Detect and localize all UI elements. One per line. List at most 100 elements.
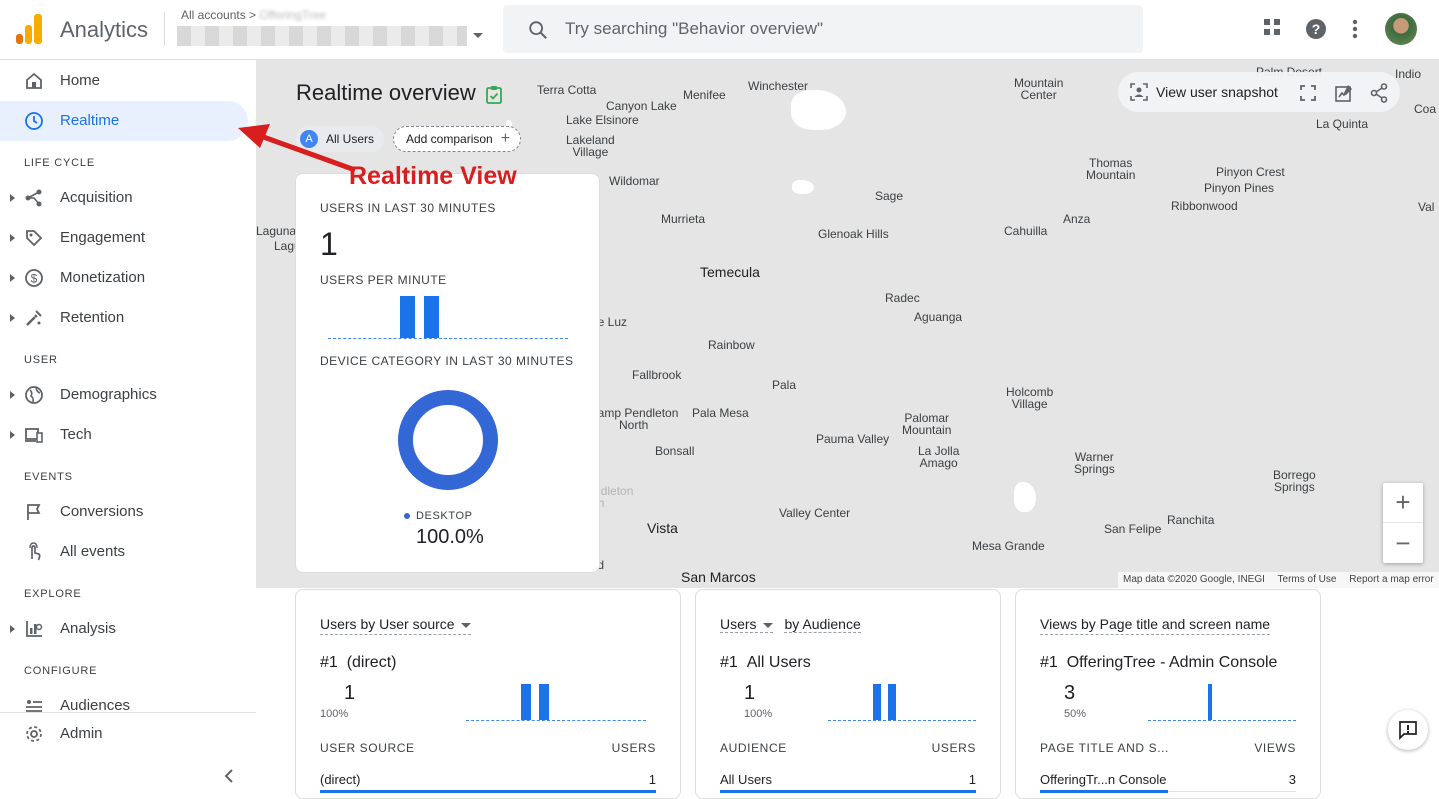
view-user-snapshot-button[interactable]: View user snapshot — [1156, 84, 1278, 100]
map-place-label: Pauma Valley — [816, 432, 890, 446]
sidebar-item-home[interactable]: Home — [0, 61, 248, 101]
expand-arrow-icon[interactable] — [10, 194, 15, 202]
account-breadcrumb[interactable]: All accounts > OfferingTree — [181, 8, 326, 22]
minute-bar[interactable] — [873, 684, 881, 720]
sidebar-item-realtime[interactable]: Realtime — [0, 101, 248, 141]
breadcrumb-root[interactable]: All accounts — [181, 8, 246, 22]
device-legend: DESKTOP — [404, 510, 473, 522]
metric-dropdown[interactable]: Users — [720, 616, 773, 633]
svg-text:?: ? — [1312, 21, 1321, 37]
row-value: 3 — [1288, 772, 1296, 787]
breadcrumb-account[interactable]: OfferingTree — [259, 8, 326, 22]
map-place-label: Radec — [885, 291, 920, 305]
map-place-label: Wildomar — [609, 174, 660, 188]
minute-bar[interactable] — [888, 684, 896, 720]
minute-bar[interactable] — [424, 296, 439, 338]
minute-bar[interactable] — [539, 684, 549, 720]
plus-icon: + — [500, 130, 511, 147]
users-per-minute-chart[interactable] — [328, 296, 568, 339]
chevron-down-icon[interactable] — [473, 33, 483, 38]
more-vert-icon[interactable] — [1352, 19, 1358, 39]
expand-arrow-icon[interactable] — [10, 625, 15, 633]
map-place-label: Lakeland Village — [566, 133, 615, 159]
map-place-label: Sage — [875, 189, 904, 203]
help-icon[interactable]: ? — [1305, 18, 1327, 40]
map-place-label: Ranchita — [1167, 513, 1215, 527]
map-place-label: La Quinta — [1316, 117, 1369, 131]
top-item-value: 1 — [344, 682, 356, 704]
page-views-mini-chart[interactable] — [1148, 684, 1296, 721]
map-place-label: Mountain Center — [1014, 76, 1064, 102]
sidebar-item-demographics[interactable]: Demographics — [0, 375, 248, 415]
flag-icon — [27, 504, 41, 520]
sidebar-item-admin[interactable]: Admin — [0, 714, 248, 754]
search-bar[interactable] — [503, 5, 1143, 53]
search-input[interactable] — [565, 15, 1125, 43]
engagement-tag-icon — [26, 230, 43, 247]
expand-arrow-icon[interactable] — [10, 431, 15, 439]
sidebar-item-conversions[interactable]: Conversions — [0, 492, 248, 532]
map-place-label: Menifee — [683, 88, 726, 102]
card-header-dropdown[interactable]: Users by User source — [320, 616, 471, 635]
map-place-label: Rainbow — [708, 338, 755, 352]
section-lifecycle: LIFE CYCLE — [24, 157, 95, 169]
map-place-label: Temecula — [700, 264, 760, 280]
svg-text:$: $ — [31, 272, 38, 286]
dimension-label[interactable]: by Audience — [784, 616, 861, 633]
fullscreen-icon[interactable] — [1300, 85, 1316, 101]
dropdown-caret-icon[interactable] — [762, 622, 773, 628]
zoom-out-button[interactable]: − — [1383, 523, 1423, 563]
sidebar-item-engagement[interactable]: Engagement — [0, 218, 248, 258]
share-icon[interactable] — [1370, 83, 1388, 103]
sidebar-item-monetization[interactable]: $ Monetization — [0, 258, 248, 298]
audience-mini-chart[interactable] — [828, 684, 976, 721]
column-header: USERS — [611, 741, 656, 755]
table-row[interactable]: All Users 1 — [720, 764, 976, 793]
sidebar-item-tech[interactable]: Tech — [0, 415, 248, 455]
users-per-minute-label: USERS PER MINUTE — [320, 273, 447, 287]
user-snapshot-icon[interactable] — [1130, 83, 1148, 101]
sidebar-item-all-events[interactable]: All events — [0, 532, 248, 572]
source-mini-chart[interactable] — [466, 684, 646, 721]
minute-bar[interactable] — [521, 684, 531, 720]
property-selector-redacted[interactable] — [177, 26, 467, 46]
expand-arrow-icon[interactable] — [10, 234, 15, 242]
analytics-logo-icon[interactable] — [16, 14, 42, 44]
collapse-sidebar-icon[interactable] — [222, 768, 236, 784]
analysis-icon — [26, 621, 43, 637]
sidebar-item-label: Audiences — [60, 697, 131, 712]
minute-bar[interactable] — [1208, 684, 1212, 720]
card-header[interactable]: Views by Page title and screen name — [1040, 616, 1271, 635]
verified-report-icon[interactable] — [485, 85, 503, 105]
table-row[interactable]: (direct) 1 — [320, 764, 656, 793]
expand-arrow-icon[interactable] — [10, 314, 15, 322]
map-report-link[interactable]: Report a map error — [1349, 574, 1433, 585]
zoom-in-button[interactable]: + — [1383, 483, 1423, 523]
home-icon — [26, 72, 42, 89]
map-terms-link[interactable]: Terms of Use — [1278, 574, 1337, 585]
sidebar-item-label: Analysis — [60, 620, 116, 637]
view-user-snapshot-bar: View user snapshot — [1118, 72, 1400, 112]
apps-grid-icon[interactable] — [1263, 18, 1281, 36]
user-avatar[interactable] — [1385, 13, 1417, 45]
map-place-label: Holcomb Village — [1006, 385, 1054, 411]
device-donut-chart[interactable] — [398, 390, 498, 490]
minute-bar[interactable] — [400, 296, 415, 338]
add-comparison-button[interactable]: Add comparison + — [393, 126, 522, 152]
sidebar-item-retention[interactable]: Retention — [0, 298, 248, 338]
row-value: 1 — [648, 772, 656, 787]
dropdown-caret-icon[interactable] — [460, 622, 471, 628]
sidebar-item-acquisition[interactable]: Acquisition — [0, 178, 248, 218]
feedback-button[interactable] — [1388, 710, 1428, 750]
sidebar-item-analysis[interactable]: Analysis — [0, 609, 248, 649]
row-label: (direct) — [320, 772, 361, 787]
expand-arrow-icon[interactable] — [10, 274, 15, 282]
sidebar-item-audiences[interactable]: Audiences — [0, 686, 248, 712]
column-header: PAGE TITLE AND S... — [1040, 741, 1169, 755]
customize-report-icon[interactable] — [1334, 83, 1354, 103]
search-icon — [529, 21, 547, 39]
legend-dot — [404, 513, 410, 520]
expand-arrow-icon[interactable] — [10, 391, 15, 399]
section-user: USER — [24, 354, 58, 366]
table-row[interactable]: OfferingTr...n Console 3 — [1040, 764, 1296, 793]
